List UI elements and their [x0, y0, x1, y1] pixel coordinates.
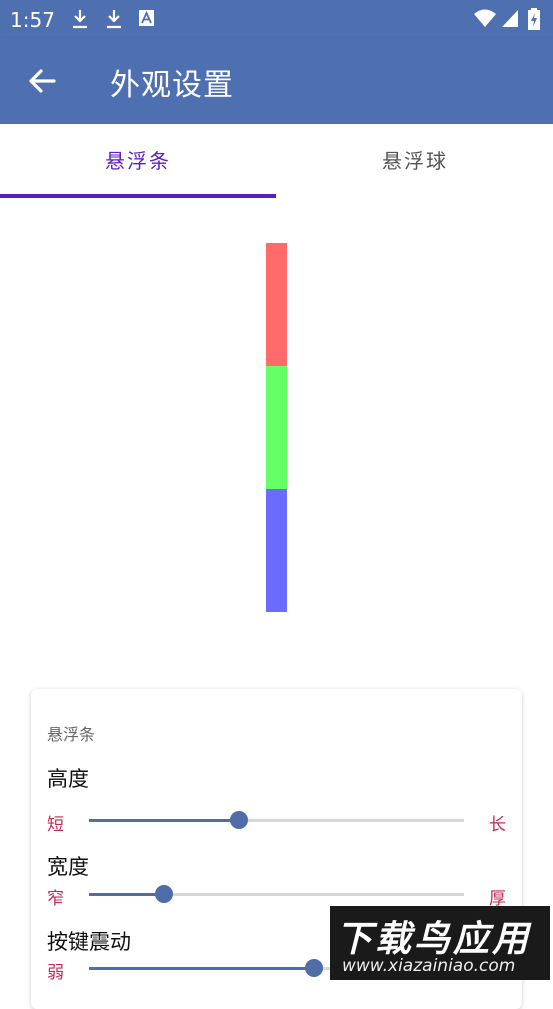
- preview-segment-top: [266, 243, 287, 366]
- app-bar: 外观设置: [0, 38, 553, 124]
- height-max-label: 长: [489, 815, 506, 835]
- slider-fill: [89, 893, 164, 896]
- watermark-title: 下载鸟应用: [336, 919, 532, 960]
- back-arrow-icon[interactable]: [26, 64, 60, 98]
- preview-segment-bottom: [266, 489, 287, 612]
- card-header: 悬浮条: [47, 725, 96, 744]
- page-title: 外观设置: [110, 68, 234, 103]
- preview-segment-middle: [266, 366, 287, 489]
- tab-floating-bar[interactable]: 悬浮条: [0, 124, 276, 198]
- download-icon: [73, 10, 87, 29]
- status-time: 1:57: [10, 8, 55, 32]
- slider-thumb[interactable]: [305, 959, 323, 977]
- height-label: 高度: [47, 767, 89, 791]
- width-slider[interactable]: [89, 884, 464, 904]
- height-slider[interactable]: [89, 810, 464, 830]
- slider-fill: [89, 967, 314, 970]
- tab-floating-ball[interactable]: 悬浮球: [277, 124, 553, 198]
- vibration-min-label: 弱: [47, 963, 64, 983]
- slider-fill: [89, 819, 239, 822]
- floating-bar-preview: [266, 243, 287, 612]
- download-icon: [107, 10, 121, 29]
- battery-charging-icon: [528, 8, 540, 30]
- height-min-label: 短: [47, 815, 64, 835]
- width-label: 宽度: [47, 855, 89, 879]
- cellular-signal-icon: [502, 10, 518, 27]
- status-bar: 1:57: [0, 0, 553, 38]
- app-notification-icon: [139, 10, 154, 26]
- tab-indicator: [0, 194, 276, 198]
- slider-thumb[interactable]: [155, 885, 173, 903]
- tab-bar: 悬浮条 悬浮球: [0, 124, 553, 198]
- slider-thumb[interactable]: [230, 811, 248, 829]
- watermark-url: www.xiazainiao.com: [342, 956, 516, 976]
- vibration-label: 按键震动: [47, 930, 131, 954]
- width-min-label: 窄: [47, 889, 64, 909]
- watermark-logo: 下载鸟应用 www.xiazainiao.com: [330, 906, 550, 980]
- wifi-icon: [474, 9, 496, 27]
